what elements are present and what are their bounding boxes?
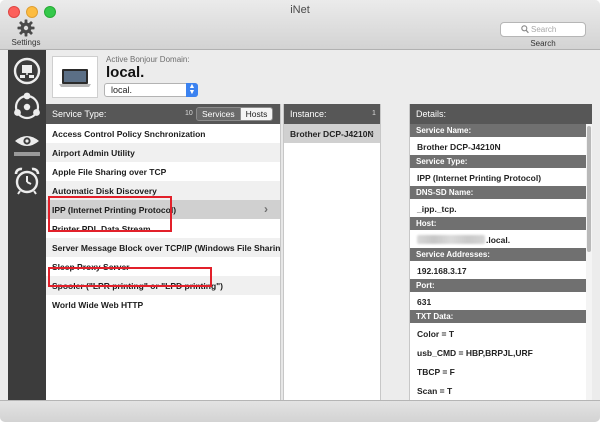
instance-list: Brother DCP-J4210N › [284, 124, 380, 400]
service-label: Automatic Disk Discovery [52, 186, 157, 196]
detail-label: Port: [410, 279, 586, 292]
sidebar-item-wake[interactable] [8, 162, 46, 200]
service-row[interactable]: Sleep Proxy Server [46, 257, 280, 276]
detail-label: TXT Data: [410, 310, 586, 323]
search-icon [521, 25, 529, 34]
hosts-tab[interactable]: Hosts [240, 108, 273, 120]
detail-label: Service Addresses: [410, 248, 586, 261]
domain-header: Active Bonjour Domain: local. local. ▲ ▼ [46, 50, 592, 104]
domain-select-value: local. [111, 85, 133, 95]
instance-row-selected[interactable]: Brother DCP-J4210N › [284, 124, 380, 143]
instance-header: Instance: 1 [284, 104, 380, 124]
service-label: Server Message Block over TCP/IP (Window… [52, 243, 289, 253]
details-panel: Service Name: Brother DCP-J4210N Service… [410, 124, 586, 400]
details-header: Details: [410, 104, 592, 124]
service-label: Spooler ("LPR printing" or "LPD printing… [52, 281, 223, 291]
service-row-selected[interactable]: IPP (Internet Printing Protocol) › [46, 200, 280, 219]
search-label: Search [530, 39, 556, 48]
service-row[interactable]: Automatic Disk Discovery [46, 181, 280, 200]
eye-icon [14, 136, 40, 156]
service-label: Sleep Proxy Server [52, 262, 130, 272]
select-arrows-icon: ▲ ▼ [186, 83, 198, 97]
services-count: 10 [185, 110, 193, 117]
services-tab[interactable]: Services [197, 108, 241, 120]
service-row[interactable]: Spooler ("LPR printing" or "LPD printing… [46, 276, 280, 295]
service-row[interactable]: Server Message Block over TCP/IP (Window… [46, 238, 288, 257]
service-label: IPP (Internet Printing Protocol) [52, 205, 177, 215]
detail-value: TBCP = F [417, 367, 455, 377]
detail-value: _ipp._tcp. [417, 204, 457, 214]
inet-window: iNet Settings Search Search Active Bonjo… [0, 0, 600, 422]
service-label: Apple File Sharing over TCP [52, 167, 167, 177]
domain-name: local. [106, 64, 145, 81]
services-hosts-toggle: Services Hosts [196, 107, 274, 121]
sidebar [8, 50, 46, 400]
sidebar-item-monitor[interactable] [8, 126, 46, 164]
alarm-clock-icon [14, 167, 40, 195]
service-row[interactable]: World Wide Web HTTP [46, 295, 280, 314]
detail-value: Scan = T [417, 386, 453, 396]
service-label: World Wide Web HTTP [52, 300, 144, 310]
detail-value: Color = T [417, 329, 455, 339]
domain-caption: Active Bonjour Domain: [106, 55, 190, 64]
detail-label: Service Name: [410, 124, 586, 137]
splitter[interactable] [380, 104, 410, 400]
detail-label: DNS-SD Name: [410, 186, 586, 199]
chevron-right-icon: › [264, 202, 268, 216]
detail-value: .local. [410, 230, 586, 248]
service-row[interactable]: Access Control Policy Snchronization [46, 124, 280, 143]
settings-button[interactable]: Settings [8, 19, 44, 49]
detail-value: IPP (Internet Printing Protocol) [417, 173, 542, 183]
domain-select[interactable]: local. ▲ ▼ [104, 83, 198, 97]
service-label: Access Control Policy Snchronization [52, 129, 206, 139]
detail-label: Service Type: [410, 155, 586, 168]
instance-label: Brother DCP-J4210N [290, 129, 374, 139]
instance-count: 1 [372, 110, 376, 117]
bonjour-icon [14, 92, 40, 120]
network-icon [13, 57, 41, 85]
detail-value: 631 [417, 297, 432, 307]
service-label: Airport Admin Utility [52, 148, 135, 158]
services-header: Service Type: 10 Services Hosts [46, 104, 280, 124]
toolbar: iNet Settings Search Search [0, 0, 600, 50]
search-field[interactable] [500, 22, 586, 37]
instance-header-label: Instance: [290, 109, 327, 119]
detail-value: 192.168.3.17 [417, 266, 467, 276]
window-title: iNet [290, 4, 310, 16]
service-row[interactable]: Airport Admin Utility [46, 143, 280, 162]
scroll-thumb[interactable] [587, 126, 591, 252]
redacted-hostname [417, 235, 485, 244]
gear-icon [17, 19, 35, 37]
services-list: Access Control Policy Snchronization Air… [46, 124, 288, 400]
settings-label: Settings [11, 38, 41, 47]
details-header-label: Details: [416, 109, 447, 119]
bottom-bar [0, 400, 600, 422]
service-row[interactable]: Printer PDL Data Stream [46, 219, 280, 238]
sidebar-item-bonjour[interactable] [8, 88, 46, 126]
details-scrollbar[interactable] [586, 124, 592, 400]
services-header-label: Service Type: [52, 109, 107, 119]
sidebar-item-network[interactable] [8, 52, 46, 90]
service-row[interactable]: Apple File Sharing over TCP [46, 162, 280, 181]
detail-value: Brother DCP-J4210N [417, 142, 501, 152]
computer-icon [52, 56, 98, 98]
service-label: Printer PDL Data Stream [52, 224, 151, 234]
chevron-right-icon: › [370, 126, 374, 140]
detail-label: Host: [410, 217, 586, 230]
search-input[interactable] [531, 24, 583, 35]
detail-value: usb_CMD = HBP,BRPJL,URF [417, 348, 533, 358]
